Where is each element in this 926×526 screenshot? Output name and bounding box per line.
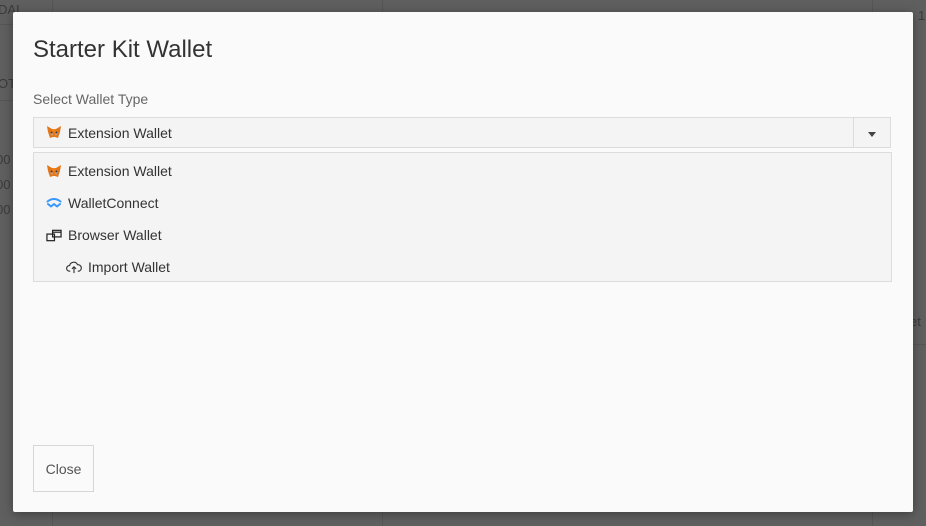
menu-item-walletconnect[interactable]: WalletConnect bbox=[34, 187, 891, 219]
modal-title: Starter Kit Wallet bbox=[33, 36, 213, 63]
wallet-type-menu: Extension Wallet WalletConnect Browser W… bbox=[33, 152, 892, 282]
menu-item-browser-wallet[interactable]: Browser Wallet bbox=[34, 219, 891, 251]
selected-wallet: Extension Wallet bbox=[46, 118, 172, 147]
metamask-fox-icon bbox=[46, 125, 62, 141]
selected-wallet-label: Extension Wallet bbox=[68, 124, 172, 141]
menu-item-import-wallet[interactable]: Import Wallet bbox=[34, 251, 891, 283]
wallet-modal: Starter Kit Wallet Select Wallet Type Ex… bbox=[13, 12, 913, 512]
caret-down-icon bbox=[868, 124, 876, 142]
bg-divider bbox=[913, 344, 926, 345]
browser-wallet-icon bbox=[46, 227, 62, 243]
menu-item-label: Import Wallet bbox=[88, 259, 170, 275]
dropdown-toggle[interactable] bbox=[853, 118, 890, 147]
close-button[interactable]: Close bbox=[33, 445, 94, 492]
bg-text: 00 bbox=[0, 202, 11, 217]
wallet-type-label: Select Wallet Type bbox=[33, 91, 149, 107]
bg-text: 1 bbox=[918, 8, 926, 23]
bg-text: 00 bbox=[0, 152, 11, 167]
walletconnect-icon bbox=[46, 195, 62, 211]
menu-item-label: Browser Wallet bbox=[68, 227, 162, 243]
wallet-type-select[interactable]: Extension Wallet bbox=[33, 117, 891, 148]
menu-item-label: WalletConnect bbox=[68, 195, 159, 211]
cloud-upload-icon bbox=[66, 259, 82, 275]
bg-text: 00 bbox=[0, 177, 11, 192]
menu-item-extension-wallet[interactable]: Extension Wallet bbox=[34, 155, 891, 187]
menu-item-label: Extension Wallet bbox=[68, 163, 172, 179]
metamask-fox-icon bbox=[46, 163, 62, 179]
